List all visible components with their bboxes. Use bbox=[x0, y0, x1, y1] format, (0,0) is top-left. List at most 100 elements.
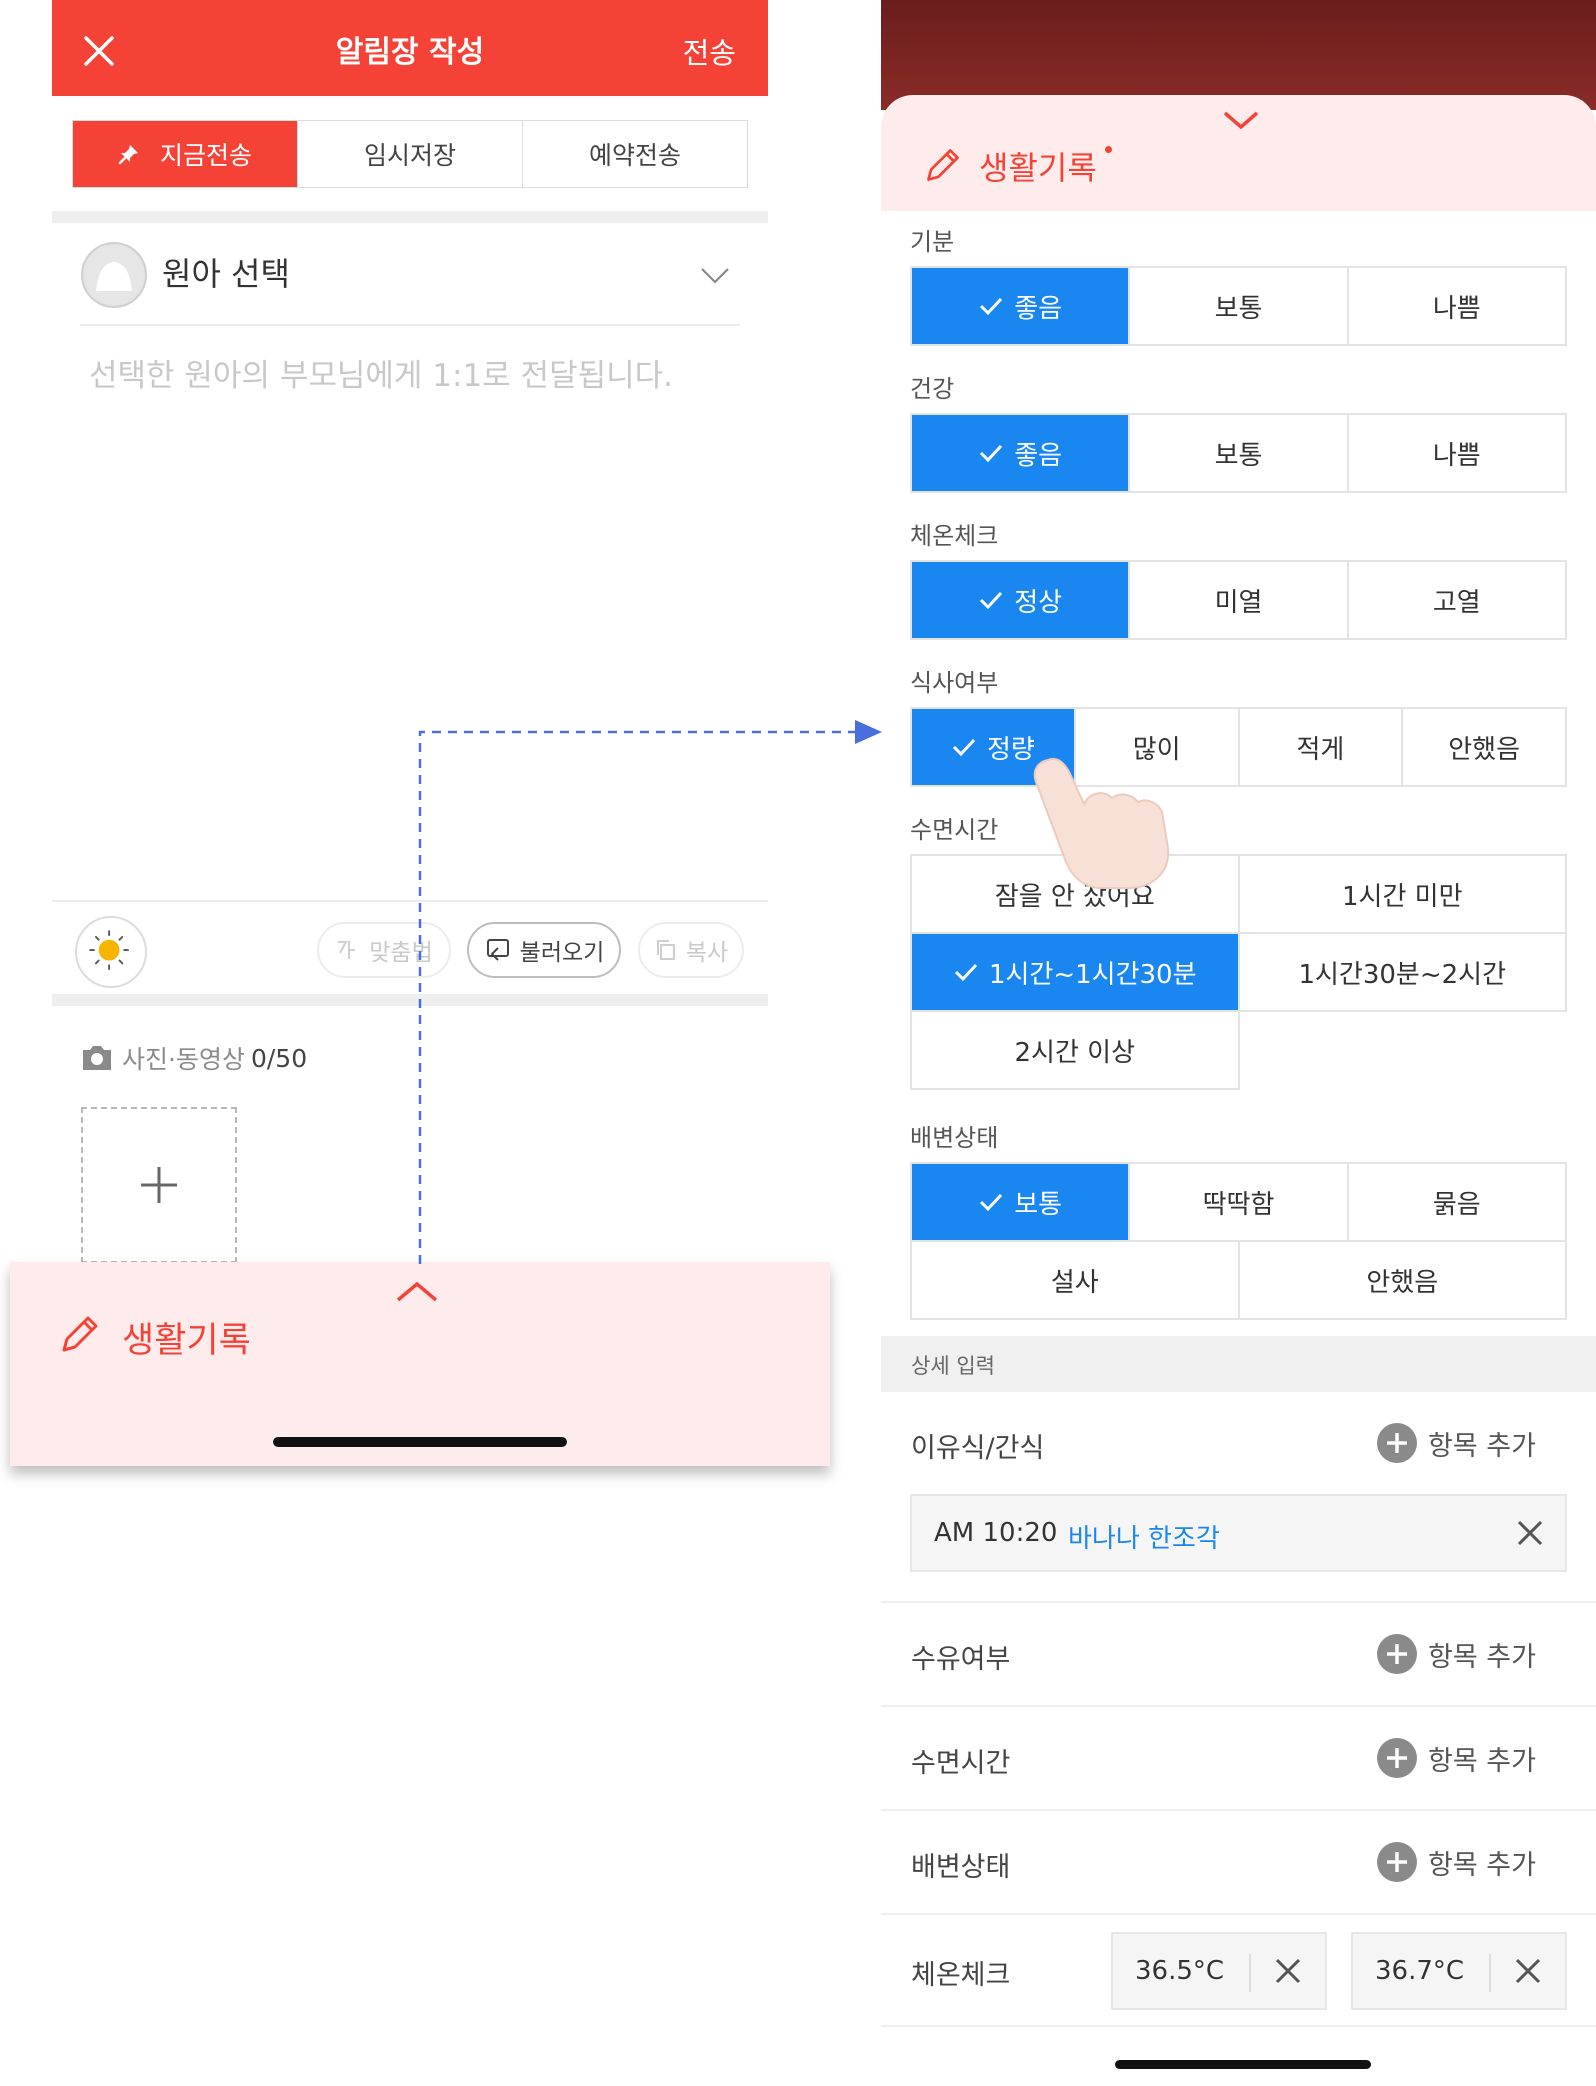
copy-label: 복사 bbox=[685, 940, 729, 966]
check-icon bbox=[980, 444, 1003, 463]
check-icon bbox=[954, 963, 978, 982]
spellcheck-label: 맞춤법 bbox=[369, 940, 433, 966]
option-label: 1시간~1시간30분 bbox=[988, 959, 1197, 990]
bowel-label: 배변상태 bbox=[910, 1124, 999, 1152]
section-divider bbox=[52, 994, 768, 1006]
sleep-option-1h-1h30[interactable]: 1시간~1시간30분 bbox=[912, 934, 1240, 1012]
avatar bbox=[81, 242, 147, 308]
option-label: 좋음 bbox=[1014, 293, 1063, 324]
health-option-good[interactable]: 좋음 bbox=[912, 415, 1131, 493]
option-label: 정상 bbox=[1014, 587, 1063, 618]
required-dot bbox=[1105, 146, 1112, 153]
dimmed-background bbox=[881, 0, 1596, 110]
temperature-value: 36.5°C bbox=[1135, 1956, 1225, 1986]
schedule-send-option[interactable]: 예약전송 bbox=[523, 121, 747, 187]
mood-option-normal[interactable]: 보통 bbox=[1130, 268, 1349, 346]
sleep-options: 잠을 안 잤어요 1시간 미만 1시간~1시간30분 1시간30분~2시간 2시… bbox=[910, 854, 1567, 1090]
divider bbox=[80, 324, 740, 326]
feeding-label: 수유여부 bbox=[911, 1644, 1011, 1675]
bowel-detail-row: 배변상태 항목 추가 bbox=[881, 1811, 1596, 1915]
life-record-label: 생활기록 bbox=[122, 1321, 251, 1361]
photo-label: 사진·동영상 bbox=[122, 1045, 245, 1074]
mood-option-bad[interactable]: 나쁨 bbox=[1348, 268, 1567, 346]
temp-option-mild-fever[interactable]: 미열 bbox=[1130, 562, 1349, 640]
bowel-option-hard[interactable]: 딱딱함 bbox=[1130, 1164, 1349, 1242]
life-record-sheet-header: 생활기록 bbox=[881, 95, 1596, 211]
meal-option-none[interactable]: 안했음 bbox=[1403, 709, 1567, 787]
check-icon bbox=[980, 297, 1003, 316]
add-label: 항목 추가 bbox=[1428, 1430, 1536, 1462]
plus-icon bbox=[141, 1167, 177, 1203]
health-label: 건강 bbox=[910, 375, 955, 403]
life-record-sheet-collapsed[interactable]: 생활기록 bbox=[10, 1262, 830, 1466]
health-option-bad[interactable]: 나쁨 bbox=[1348, 415, 1567, 493]
detail-input-title: 상세 입력 bbox=[911, 1354, 995, 1378]
option-label: 좋음 bbox=[1014, 440, 1063, 471]
temperature-value: 36.7°C bbox=[1375, 1956, 1465, 1986]
temp-option-normal[interactable]: 정상 bbox=[912, 562, 1131, 640]
send-now-option[interactable]: 지금전송 bbox=[73, 121, 298, 187]
page-title: 알림장 작성 bbox=[335, 35, 485, 70]
temp-check-label: 체온체크 bbox=[910, 522, 999, 550]
chevron-down-icon[interactable] bbox=[698, 258, 732, 292]
weather-button[interactable] bbox=[75, 916, 147, 988]
check-icon bbox=[980, 1193, 1003, 1212]
mood-option-good[interactable]: 좋음 bbox=[912, 268, 1131, 346]
sleep-option-1h30-2h[interactable]: 1시간30분~2시간 bbox=[1239, 934, 1567, 1012]
bowel-option-loose[interactable]: 묽음 bbox=[1348, 1164, 1567, 1242]
pencil-icon bbox=[927, 149, 959, 181]
message-placeholder[interactable]: 선택한 원아의 부모님에게 1:1로 전달됩니다. bbox=[89, 350, 673, 395]
mood-label: 기분 bbox=[910, 228, 955, 256]
tap-hand-icon bbox=[1033, 758, 1170, 889]
load-button[interactable]: 불러오기 bbox=[467, 922, 621, 978]
add-label: 항목 추가 bbox=[1428, 1745, 1536, 1777]
life-record-screen: 생활기록 기분 좋음 보통 나쁨 건강 좋음 보통 나쁨 체온체크 정상 미열 … bbox=[881, 0, 1596, 2086]
add-photo-button[interactable] bbox=[81, 1107, 237, 1263]
temperature-entry[interactable]: 36.5°C bbox=[1111, 1932, 1327, 2010]
divider bbox=[1249, 1954, 1251, 1992]
sleep-option-under-1h[interactable]: 1시간 미만 bbox=[1239, 856, 1567, 934]
bowel-options: 보통 딱딱함 묽음 설사 안했음 bbox=[910, 1162, 1567, 1320]
bowel-option-diarrhea[interactable]: 설사 bbox=[912, 1242, 1240, 1320]
snack-label: 이유식/간식 bbox=[911, 1433, 1045, 1464]
camera-icon bbox=[83, 1046, 111, 1070]
sleep-detail-row: 수면시간 항목 추가 bbox=[881, 1707, 1596, 1811]
delete-icon[interactable] bbox=[1513, 1956, 1543, 1986]
bowel-option-none[interactable]: 안했음 bbox=[1239, 1242, 1567, 1320]
bowel-detail-label: 배변상태 bbox=[911, 1852, 1011, 1883]
save-draft-option[interactable]: 임시저장 bbox=[298, 121, 523, 187]
load-icon bbox=[486, 939, 509, 961]
check-icon bbox=[952, 738, 976, 757]
sleep-option-over-2h[interactable]: 2시간 이상 bbox=[912, 1012, 1240, 1090]
snack-entry-text: 바나나 한조각 bbox=[1068, 1524, 1220, 1554]
delete-icon[interactable] bbox=[1515, 1518, 1545, 1548]
meal-option-little[interactable]: 적게 bbox=[1239, 709, 1404, 787]
temperature-entry[interactable]: 36.7°C bbox=[1351, 1932, 1567, 2010]
snack-entry[interactable]: AM 10:20 바나나 한조각 bbox=[910, 1494, 1567, 1572]
health-option-normal[interactable]: 보통 bbox=[1130, 415, 1349, 493]
send-button[interactable]: 전송 bbox=[683, 0, 736, 106]
plus-circle-icon bbox=[1377, 1738, 1418, 1778]
copy-button[interactable]: 복사 bbox=[638, 922, 744, 978]
photo-count: 0/50 bbox=[250, 1043, 308, 1073]
snack-add-button[interactable]: 항목 추가 bbox=[1376, 1422, 1536, 1464]
delete-icon[interactable] bbox=[1273, 1956, 1303, 1986]
meal-label: 식사여부 bbox=[910, 669, 999, 697]
bowel-add-button[interactable]: 항목 추가 bbox=[1376, 1841, 1536, 1883]
feeding-add-button[interactable]: 항목 추가 bbox=[1376, 1633, 1536, 1675]
sleep-detail-label: 수면시간 bbox=[911, 1748, 1011, 1779]
snack-entry-time: AM 10:20 bbox=[934, 1518, 1058, 1548]
divider bbox=[1489, 1954, 1491, 1992]
meal-options: 정량 많이 적게 안했음 bbox=[910, 707, 1567, 787]
spellcheck-button[interactable]: 맞춤법 bbox=[317, 922, 451, 978]
sleep-add-button[interactable]: 항목 추가 bbox=[1376, 1737, 1536, 1779]
temp-option-high-fever[interactable]: 고열 bbox=[1348, 562, 1567, 640]
mood-options: 좋음 보통 나쁨 bbox=[910, 266, 1567, 346]
load-label: 불러오기 bbox=[519, 940, 605, 966]
chevron-down-icon[interactable] bbox=[1221, 109, 1261, 131]
child-select-label[interactable]: 원아 선택 bbox=[162, 248, 290, 300]
chevron-up-icon[interactable] bbox=[394, 1280, 440, 1304]
bowel-option-normal[interactable]: 보통 bbox=[912, 1164, 1131, 1242]
spellcheck-icon bbox=[338, 941, 356, 959]
home-indicator bbox=[1115, 2060, 1371, 2069]
